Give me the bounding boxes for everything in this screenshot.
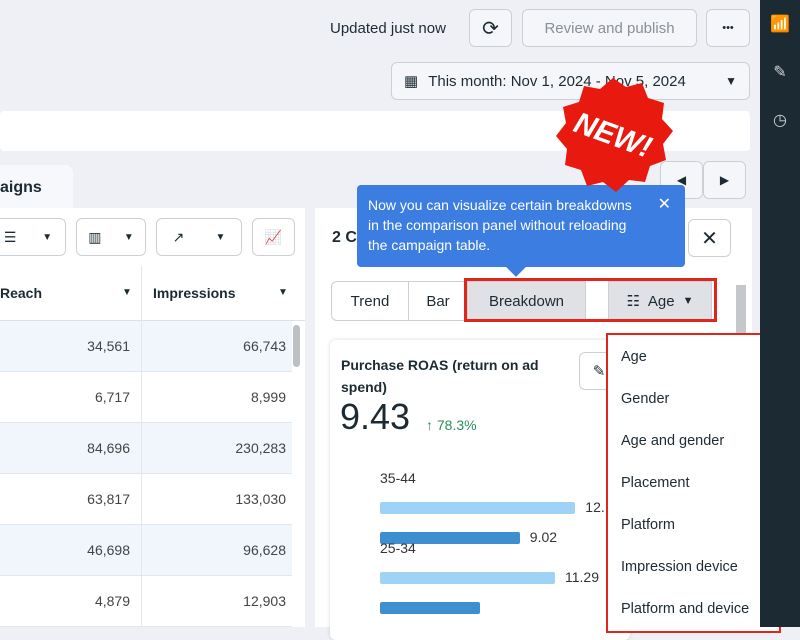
new-badge: NEW! (556, 78, 673, 192)
bar (380, 502, 576, 514)
close-panel-button[interactable]: ✕ (688, 219, 731, 257)
columns-button[interactable]: ☰ ▼ (0, 218, 66, 256)
metric-title: Purchase ROAS (return on ad spend) (341, 357, 539, 395)
highlight-box (464, 278, 717, 322)
bar-chart-icon[interactable]: 📶 (760, 14, 800, 34)
close-tooltip-icon[interactable]: ✕ (658, 195, 671, 215)
metric-value: 9.43 (340, 396, 411, 437)
reach-cell: 34,561 (87, 338, 130, 354)
reach-cell: 46,698 (87, 542, 130, 558)
export-button[interactable]: ↗ ▼ (156, 218, 242, 256)
calendar-icon: ▦ (404, 73, 419, 90)
bar-value-label: 12. (585, 499, 605, 515)
column-impressions[interactable]: Impressions (153, 285, 235, 301)
breakdown-button[interactable]: ▥ ▼ (76, 218, 146, 256)
dropdown-option[interactable]: Platform (608, 503, 779, 545)
panel-title: 2 C (332, 229, 357, 246)
bar (380, 602, 480, 614)
breakdown-dropdown: Age Gender Age and gender Placement Platform… (606, 333, 781, 633)
caret-down-icon: ▼ (725, 74, 737, 88)
breakdown-icon: ▥ (88, 228, 102, 245)
table-row[interactable]: 6,717 8,999 (0, 372, 292, 423)
export-icon: ↗ (172, 228, 185, 245)
tab-campaigns[interactable]: aigns (0, 165, 73, 210)
dropdown-option[interactable]: Age (608, 335, 779, 377)
charts-button[interactable]: 📈 (252, 218, 295, 256)
segment-bar[interactable]: Bar (408, 281, 468, 321)
table-row[interactable]: 4,879 12,903 (0, 576, 292, 627)
bar (380, 572, 555, 584)
table-row[interactable]: 34,561 66,743 (0, 321, 292, 372)
category-label: 25-34 (380, 540, 416, 556)
table-row[interactable]: 84,696 230,283 (0, 423, 292, 474)
refresh-button[interactable]: ⟳ (469, 9, 512, 47)
table-scrollbar[interactable] (293, 325, 300, 367)
arrow-up-icon: ↑ (426, 417, 437, 433)
impressions-cell: 230,283 (235, 440, 286, 456)
column-reach[interactable]: Reach (0, 285, 42, 301)
impressions-cell: 96,628 (243, 542, 286, 558)
status-text: Updated just now (330, 20, 446, 37)
impressions-cell: 133,030 (235, 491, 286, 507)
reach-cell: 4,879 (94, 593, 130, 609)
dropdown-option[interactable]: Platform and device (608, 587, 779, 629)
category-label: 35-44 (380, 470, 416, 486)
columns-icon: ☰ (3, 228, 17, 245)
pencil-icon[interactable]: ✎ (760, 62, 800, 82)
next-button[interactable]: ▶ (703, 161, 746, 199)
dropdown-option[interactable]: Impression device (608, 545, 779, 587)
reach-cell: 84,696 (87, 440, 130, 456)
table-row[interactable]: 63,817 133,030 (0, 474, 292, 525)
segment-trend[interactable]: Trend (331, 281, 409, 321)
impressions-cell: 66,743 (243, 338, 286, 354)
sort-icon[interactable]: ▼ (278, 287, 288, 298)
reach-cell: 63,817 (87, 491, 130, 507)
reach-cell: 6,717 (94, 389, 130, 405)
right-sidebar: 📶 ✎ ◷ (760, 0, 800, 627)
review-publish-button[interactable]: Review and publish (522, 9, 697, 47)
sort-icon[interactable]: ▼ (122, 287, 132, 298)
table-header: Reach ▼ Impressions ▼ (0, 266, 305, 321)
bar-value-label: 11.29 (564, 569, 599, 585)
chart-icon: 📈 (264, 228, 283, 245)
dropdown-option[interactable]: Gender (608, 377, 779, 419)
dropdown-option[interactable]: Age and gender (608, 419, 779, 461)
impressions-cell: 12,903 (243, 593, 286, 609)
metric-change: ↑ 78.3% (426, 417, 477, 433)
bar-value-label: 9.02 (529, 529, 558, 545)
table-row[interactable]: 46,698 96,628 (0, 525, 292, 576)
clock-icon[interactable]: ◷ (760, 110, 800, 130)
dropdown-option[interactable]: Placement (608, 461, 779, 503)
impressions-cell: 8,999 (250, 389, 286, 405)
more-button[interactable]: ••• (706, 9, 750, 47)
